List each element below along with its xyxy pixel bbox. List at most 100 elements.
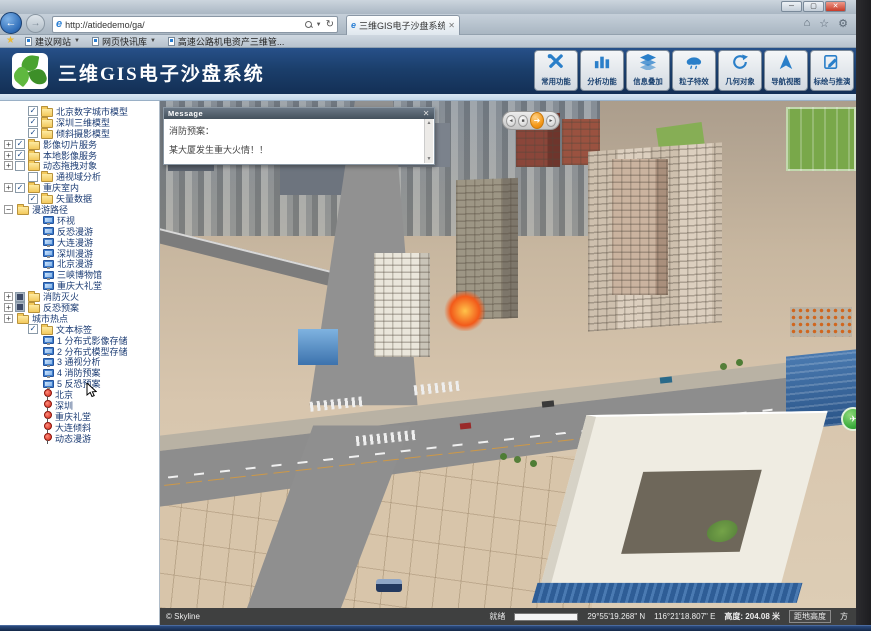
next-button[interactable]: ► (546, 115, 556, 127)
folder-icon (17, 206, 29, 215)
folder-icon (28, 293, 40, 302)
car (542, 400, 555, 407)
favorites-item[interactable]: 网页快讯库▼ (92, 35, 156, 48)
layer-checkbox-checked[interactable]: ✓ (28, 324, 38, 334)
tree (500, 453, 507, 460)
toolbar-button-label: 粒子特效 (679, 76, 708, 86)
message-popup-titlebar[interactable]: Message ✕ (164, 108, 434, 119)
layer-checkbox-partial[interactable] (15, 302, 25, 312)
main-toolbar: 常用功能分析功能信息叠加 粒子特效几何对象导航视图标绘与推演 (534, 50, 854, 91)
tree-item[interactable]: ✓矢量数据 (0, 193, 159, 204)
windows-taskbar[interactable] (0, 625, 871, 631)
side-nav-button[interactable]: ✈ (841, 407, 856, 431)
ie-icon: e (351, 20, 356, 31)
monitor-icon (43, 347, 54, 355)
layer-checkbox-checked[interactable]: ✓ (15, 139, 25, 149)
tree-item[interactable]: 重庆大礼堂 (0, 280, 159, 291)
message-line: 某大厦发生重大火情！！ (169, 143, 420, 156)
tools-icon (545, 54, 567, 75)
folder-icon (41, 195, 53, 204)
layer-checkbox-checked[interactable]: ✓ (15, 150, 25, 160)
message-line: 消防预案： (169, 124, 420, 137)
close-button[interactable]: ✕ (825, 1, 846, 12)
expand-icon[interactable]: + (4, 292, 13, 301)
scroll-up-icon[interactable]: ▲ (427, 120, 432, 126)
forward-button[interactable]: → (26, 14, 45, 33)
monitor-icon (43, 216, 54, 224)
toolbar-button-layers[interactable]: 信息叠加 (626, 50, 670, 91)
pin-icon (43, 422, 52, 433)
browser-tab[interactable]: e 三维GIS电子沙盘系统 ✕ (346, 15, 460, 35)
map-3d-viewer: Message ✕ 消防预案： 某大厦发生重大火情！！ ▲ ▼ (160, 101, 856, 625)
chevron-down-icon[interactable]: ▼ (316, 22, 322, 28)
previous-button[interactable]: ◄ (506, 115, 516, 127)
favorites-bar: ★ 建议网站▼ 网页快讯库▼ 高速公路机电资产三维管... (0, 35, 856, 48)
tree-item[interactable]: 动态漫游 (0, 433, 159, 444)
toolbar-button-tools[interactable]: 常用功能 (534, 50, 578, 91)
search-icon[interactable] (305, 21, 312, 28)
back-button[interactable]: ← (0, 12, 22, 34)
maximize-button[interactable]: ▢ (803, 1, 824, 12)
toolbar-button-navigation[interactable]: 导航视图 (764, 50, 808, 91)
close-icon[interactable]: ✕ (423, 110, 430, 118)
toolbar-button-label: 信息叠加 (633, 76, 662, 86)
folder-icon (41, 326, 53, 335)
settings-gear-icon[interactable]: ⚙ (838, 17, 848, 30)
playback-control: ◄ ■ ➜ ► (502, 111, 560, 130)
toolbar-button-chart[interactable]: 分析功能 (580, 50, 624, 91)
overpass (160, 226, 352, 290)
layer-checkbox-checked[interactable]: ✓ (15, 183, 25, 193)
layer-checkbox-partial[interactable] (15, 292, 25, 302)
tab-close-icon[interactable]: ✕ (448, 21, 455, 30)
scroll-down-icon[interactable]: ▼ (427, 156, 432, 162)
toolbar-button-sketch[interactable]: 标绘与推演 (810, 50, 854, 91)
tree-item[interactable]: +反恐预案 (0, 302, 159, 313)
layer-checkbox-unchecked[interactable] (15, 161, 25, 171)
layer-checkbox-checked[interactable]: ✓ (28, 106, 38, 116)
url-text[interactable]: http://atidedemo/ga/ (65, 20, 302, 30)
tree-item[interactable]: 北京 (0, 389, 159, 400)
refresh-icon[interactable]: ↻ (326, 20, 334, 30)
favorites-star-icon[interactable]: ☆ (819, 17, 829, 30)
expand-icon[interactable]: + (4, 140, 13, 149)
map-3d-viewport[interactable]: Message ✕ 消防预案： 某大厦发生重大火情！！ ▲ ▼ (160, 101, 856, 608)
favorites-item[interactable]: 高速公路机电资产三维管... (168, 35, 285, 48)
monitor-icon (43, 358, 54, 366)
tree-item[interactable]: 通视域分析 (0, 171, 159, 182)
layer-checkbox-checked[interactable]: ✓ (28, 128, 38, 138)
expand-icon[interactable]: + (4, 314, 13, 323)
toolbar-button-particles[interactable]: 粒子特效 (672, 50, 716, 91)
favorites-item[interactable]: 建议网站▼ (25, 35, 80, 48)
layer-checkbox-checked[interactable]: ✓ (28, 117, 38, 127)
play-button[interactable]: ➜ (530, 112, 544, 129)
tree-item[interactable]: −漫游路径 (0, 204, 159, 215)
pin-icon (43, 400, 52, 411)
ground-height-selector[interactable]: 距地高度 (789, 610, 831, 623)
expand-icon[interactable]: + (4, 161, 13, 170)
expand-icon[interactable]: + (4, 303, 13, 312)
tree-item[interactable]: +消防灭火 (0, 291, 159, 302)
collapse-icon[interactable]: − (4, 205, 13, 214)
home-icon[interactable]: ⌂ (804, 17, 811, 30)
green-sports-field (786, 107, 856, 171)
blue-glass-block (298, 329, 338, 365)
expand-icon[interactable]: + (4, 151, 13, 160)
folder-icon (28, 304, 40, 313)
expand-icon[interactable]: + (4, 183, 13, 192)
address-bar[interactable]: e http://atidedemo/ga/ ▼ ↻ (52, 16, 338, 33)
sketch-icon (821, 54, 843, 75)
layer-panel: ✓北京数字城市模型✓深圳三维模型✓倾斜摄影模型+✓影像切片服务+✓本地影像服务+… (0, 101, 160, 625)
pause-button[interactable]: ■ (518, 115, 528, 127)
monitor-icon (43, 249, 54, 257)
add-favorite-icon[interactable]: ★ (6, 36, 15, 46)
glass-facade (532, 583, 802, 603)
chevron-down-icon: ▼ (74, 38, 80, 44)
tree-item[interactable]: 5 反恐预案 (0, 378, 159, 389)
minimize-button[interactable]: ─ (781, 1, 802, 12)
folder-icon (41, 173, 53, 182)
toolbar-button-geometry[interactable]: 几何对象 (718, 50, 762, 91)
message-scrollbar[interactable]: ▲ ▼ (424, 119, 433, 163)
layer-checkbox-unchecked[interactable] (28, 172, 38, 182)
screen: ─ ▢ ✕ ← → e http://atidedemo/ga/ ▼ ↻ e 三… (0, 0, 871, 631)
favorites-item-label: 建议网站 (35, 35, 71, 48)
